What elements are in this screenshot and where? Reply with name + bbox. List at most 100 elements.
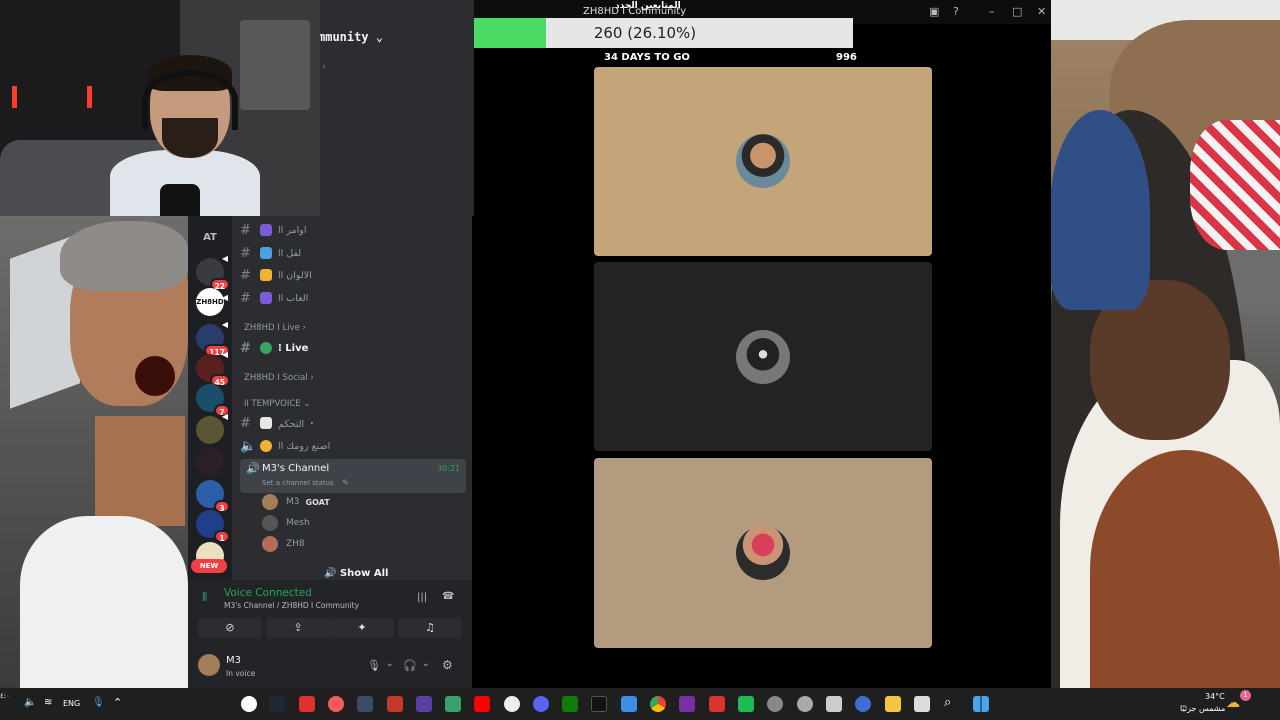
active-voice-channel[interactable]: 🔊 M3's Channel 30:21 Set a channel statu…	[240, 459, 466, 493]
text-channel[interactable]: # الالوان اا	[240, 265, 466, 285]
webcam-streamer	[0, 0, 320, 216]
category-tempvoice[interactable]: اا TEMPVOICE ⌄	[244, 399, 310, 409]
youtube-icon[interactable]	[474, 696, 490, 712]
server-icon[interactable]: 7	[196, 384, 230, 417]
participant-tile[interactable]	[594, 67, 932, 256]
voice-member[interactable]: M3 GOAT	[262, 493, 330, 511]
channel-emoji-icon	[260, 269, 272, 281]
activities-button[interactable]: ✦	[330, 618, 394, 638]
file-explorer-icon[interactable]	[885, 696, 901, 712]
speaker-icon: 🔈	[240, 438, 257, 454]
settings-app-icon[interactable]	[241, 696, 257, 712]
text-channel[interactable]: # لفل اا	[240, 243, 466, 263]
app-icon[interactable]	[357, 696, 373, 712]
headphones-icon[interactable]: 🎧	[403, 659, 417, 672]
xbox-icon[interactable]	[562, 696, 578, 712]
background-video	[1050, 0, 1280, 688]
inbox-icon[interactable]: ▣	[929, 5, 939, 18]
category-social[interactable]: ZH8HD I Social ›	[244, 373, 314, 383]
discord-icon[interactable]	[533, 696, 549, 712]
channel-status-input[interactable]: Set a channel status	[262, 479, 334, 487]
settings-icon[interactable]	[797, 696, 813, 712]
weather-icon[interactable]: ☁	[1226, 695, 1240, 711]
cam-light	[87, 86, 92, 108]
hash-icon: #	[240, 415, 251, 431]
close-icon[interactable]: ✕	[1037, 5, 1046, 18]
start-icon[interactable]	[973, 696, 989, 712]
weather-desc[interactable]: مشمس جزئيًا	[1180, 704, 1225, 713]
server-icon[interactable]: 3	[196, 480, 230, 513]
soundboard-button[interactable]: ♫	[398, 618, 462, 638]
app-icon[interactable]	[504, 696, 520, 712]
server-icon[interactable]: ◀	[196, 412, 228, 444]
chevron-down-icon[interactable]: ⌄	[386, 659, 394, 669]
participant-tile[interactable]	[594, 262, 932, 451]
minimize-icon[interactable]: –	[989, 5, 995, 18]
participant-avatar	[736, 134, 790, 188]
app-icon[interactable]	[767, 696, 783, 712]
app-icon[interactable]	[328, 696, 344, 712]
voice-member[interactable]: ZH8	[262, 535, 305, 553]
hash-icon: #	[240, 290, 251, 306]
participant-tile[interactable]	[594, 458, 932, 648]
channel-emoji-icon	[260, 440, 272, 452]
voice-connected-sub[interactable]: M3's Channel / ZH8HD I Community	[224, 601, 359, 610]
noise-suppression-icon[interactable]: |||	[417, 592, 427, 603]
volume-icon[interactable]: 🔈	[24, 697, 36, 708]
chevron-up-icon[interactable]: ⌃	[113, 696, 122, 709]
voice-channel[interactable]: 🔈 اصنع رومك اا	[240, 436, 466, 456]
maximize-icon[interactable]: □	[1012, 5, 1022, 18]
search-icon[interactable]: ⌕	[944, 695, 951, 710]
server-icon[interactable]	[196, 448, 224, 476]
camera-off-button[interactable]: ⊘	[198, 618, 262, 638]
weather-temp[interactable]: 34°C	[1205, 692, 1225, 701]
app-icon[interactable]	[416, 696, 432, 712]
screen-share-button[interactable]: ⇪	[266, 618, 330, 638]
app-icon[interactable]	[621, 696, 637, 712]
chrome-icon[interactable]	[650, 696, 666, 712]
app-icon[interactable]	[445, 696, 461, 712]
calculator-icon[interactable]	[826, 696, 842, 712]
app-icon[interactable]	[679, 696, 695, 712]
app-icon[interactable]	[855, 696, 871, 712]
live-channel[interactable]: # ⁝ Live	[240, 338, 466, 358]
server-name-header[interactable]: mmunity ⌄	[318, 30, 468, 50]
new-badge[interactable]: NEW	[191, 559, 227, 573]
pencil-icon[interactable]: ✎	[342, 478, 349, 487]
app-icon[interactable]	[709, 696, 725, 712]
gear-icon[interactable]: ⚙	[442, 658, 453, 672]
input-language[interactable]: ENG	[63, 699, 80, 708]
text-channel[interactable]: # اوامر اا	[240, 220, 466, 240]
clock[interactable]: ٤:٠	[0, 692, 10, 700]
chevron-down-icon[interactable]: ⌄	[422, 659, 430, 669]
text-channel[interactable]: # التحكم ・	[240, 413, 466, 433]
category-label: ZH8HD I Live	[244, 323, 300, 333]
server-icon[interactable]: ZH8HD ◀	[196, 288, 228, 316]
server-icon[interactable]: ◀ 22	[196, 254, 230, 291]
server-icon[interactable]: ◀ 117	[196, 320, 230, 357]
app-icon[interactable]	[299, 696, 315, 712]
disconnect-icon[interactable]: ☎	[442, 591, 454, 602]
microphone-icon[interactable]: 🎙	[92, 697, 105, 708]
adobe-icon[interactable]	[387, 696, 403, 712]
taskbar: ٤:٠ 🔈 ≋ ENG 🎙 ⌃ ⌕ 34°C مشمس جزئيًا ☁ 1	[0, 688, 1280, 720]
category-live[interactable]: ZH8HD I Live ›	[244, 323, 306, 333]
voice-connected-status[interactable]: Voice Connected	[224, 587, 312, 599]
microphone-icon[interactable]: 🎙	[367, 659, 381, 672]
show-all-button[interactable]: 🔊 Show All	[324, 568, 388, 579]
server-icon[interactable]: 1	[196, 510, 230, 543]
text-channel[interactable]: # العاب اا	[240, 288, 466, 308]
app-icon[interactable]	[738, 696, 754, 712]
avatar[interactable]	[198, 654, 220, 676]
speaker-icon: ◀	[221, 293, 228, 302]
wifi-icon[interactable]: ≋	[44, 697, 52, 708]
help-icon[interactable]: ?	[953, 5, 959, 18]
steam-icon[interactable]	[269, 696, 285, 712]
voice-member[interactable]: Mesh	[262, 514, 310, 532]
server-icon[interactable]: ◀ 45	[196, 350, 230, 387]
server-icon[interactable]: AT	[196, 224, 224, 252]
server-name: mmunity	[318, 30, 369, 44]
tiktok-icon[interactable]	[591, 696, 607, 712]
user-name[interactable]: M3	[226, 655, 241, 666]
app-icon[interactable]	[914, 696, 930, 712]
